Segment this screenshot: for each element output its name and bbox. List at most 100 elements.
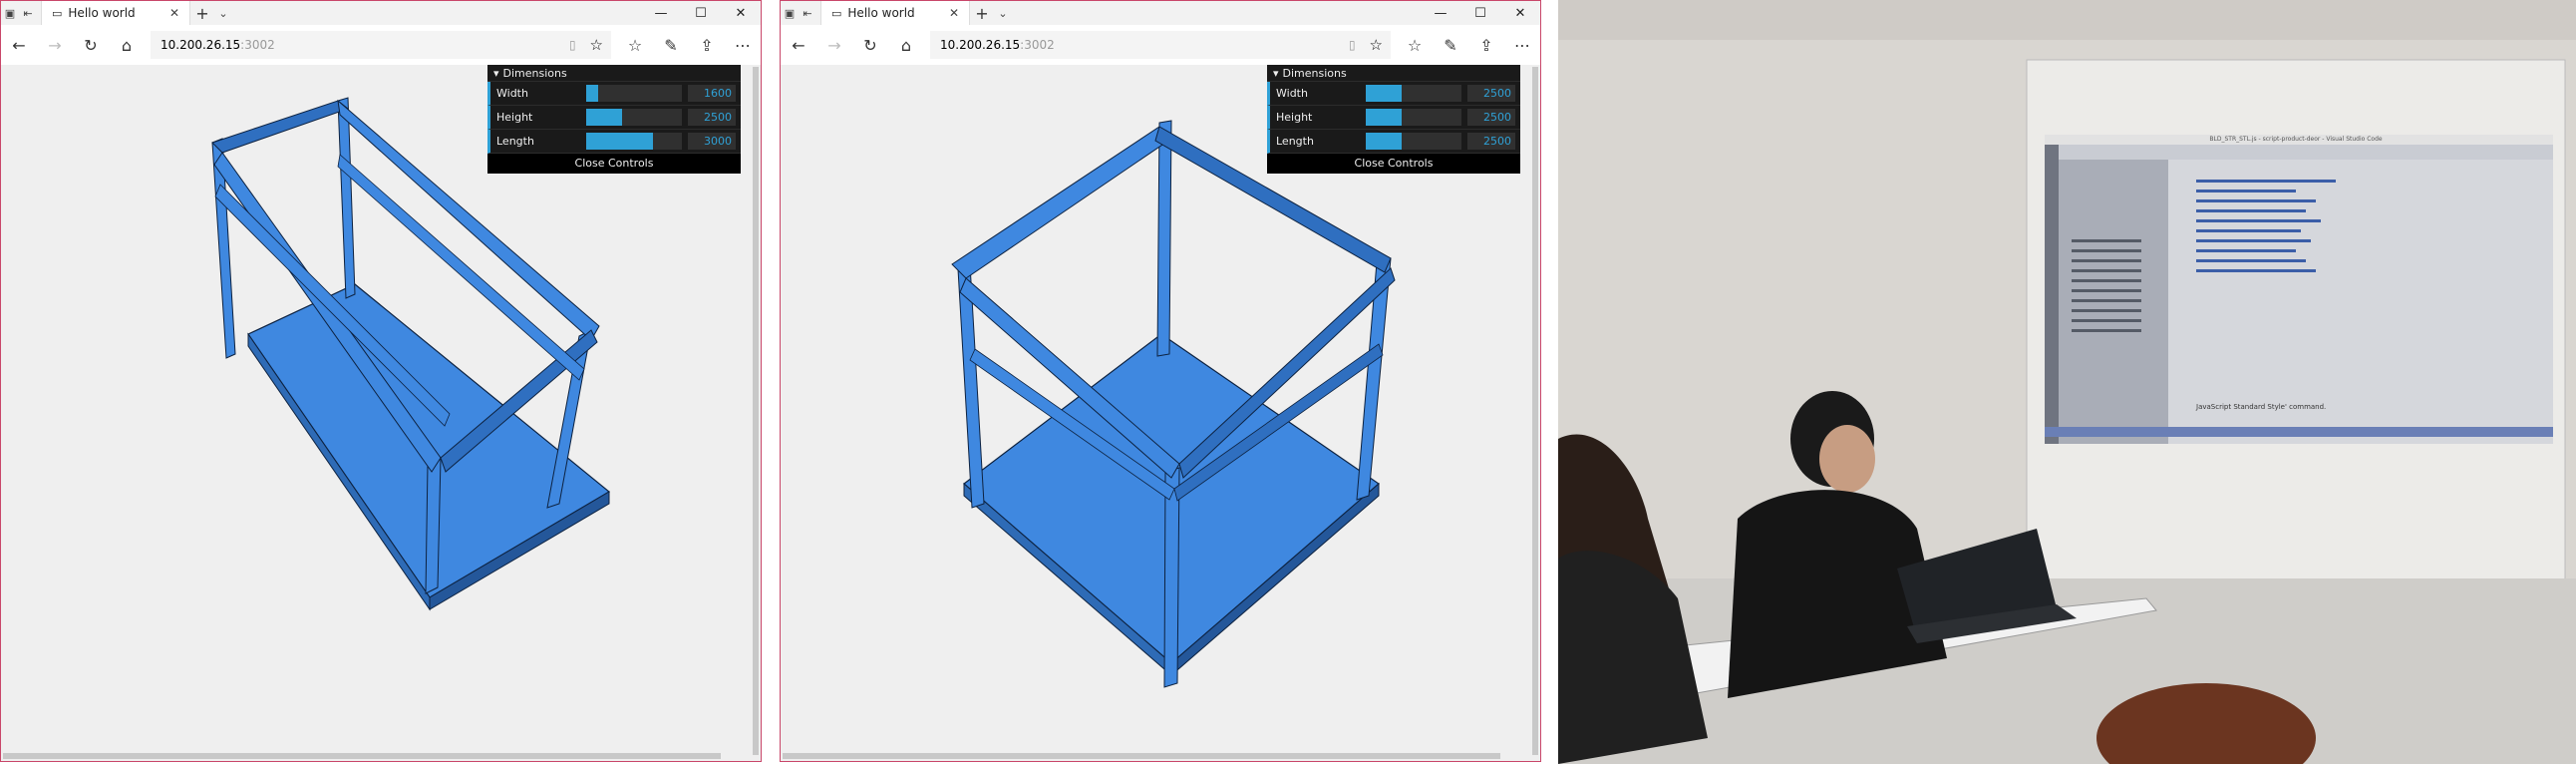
new-tab-button[interactable]: + (970, 4, 994, 23)
share-icon[interactable]: ⇪ (689, 27, 725, 63)
set-aside-tabs-icon[interactable]: ⇤ (799, 4, 816, 22)
controls-panel: ▾ Dimensions Width 1600 Height 2500 Leng… (487, 65, 741, 174)
more-icon[interactable]: ⋯ (1504, 27, 1540, 63)
width-input[interactable]: 2500 (1467, 85, 1515, 102)
favorite-star-icon[interactable]: ☆ (1370, 36, 1383, 54)
address-bar-row: ← → ↻ ⌂ 10.200.26.15:3002 ▯ ☆ ☆ ✎ ⇪ ⋯ (781, 25, 1540, 66)
forward-button[interactable]: → (37, 27, 73, 63)
back-button[interactable]: ← (781, 27, 816, 63)
controls-panel: ▾ Dimensions Width 2500 Height 2500 Leng… (1267, 65, 1520, 174)
folder-triangle-icon: ▾ (493, 66, 499, 80)
web-note-icon[interactable]: ✎ (653, 27, 689, 63)
tab-title: Hello world (68, 6, 136, 20)
url-field[interactable]: 10.200.26.15:3002 ▯ ☆ (151, 31, 611, 59)
projected-title: BLD_STR_STL.js - script-product-deor - V… (2209, 136, 2383, 143)
home-button[interactable]: ⌂ (888, 27, 924, 63)
close-controls-button[interactable]: Close Controls (487, 154, 741, 174)
height-slider[interactable] (1366, 109, 1461, 126)
browser-window-2: ▣ ⇤ ▭ Hello world ✕ + ⌄ — ☐ ✕ ← → ↻ ⌂ 10… (780, 0, 1541, 762)
folder-dimensions[interactable]: ▾ Dimensions (487, 65, 741, 82)
presentation-photo: BLD_STR_STL.js - script-product-deor - V… (1558, 0, 2576, 764)
webgl-canvas[interactable]: ▾ Dimensions Width 2500 Height 2500 Leng… (781, 65, 1540, 761)
new-tab-button[interactable]: + (190, 4, 214, 23)
favorites-hub-icon[interactable]: ☆ (1397, 27, 1433, 63)
control-label: Height (1276, 111, 1313, 124)
slider-fill (586, 85, 599, 102)
minimize-button[interactable]: — (1421, 1, 1460, 25)
control-row-length: Length 2500 (1267, 130, 1520, 154)
length-input[interactable]: 2500 (1467, 133, 1515, 150)
title-bar: ▣ ⇤ ▭ Hello world ✕ + ⌄ — ☐ ✕ (781, 1, 1540, 25)
chevron-down-icon[interactable]: ⌄ (994, 4, 1012, 22)
tab-actions-icon[interactable]: ▣ (1, 4, 19, 22)
vertical-scrollbar[interactable] (1532, 67, 1538, 755)
control-label: Height (496, 111, 533, 124)
projected-status: JavaScript Standard Style' command. (2196, 403, 2327, 411)
tab-hello-world[interactable]: ▭ Hello world ✕ (820, 1, 970, 25)
set-aside-tabs-icon[interactable]: ⇤ (19, 4, 37, 22)
home-button[interactable]: ⌂ (109, 27, 145, 63)
height-input[interactable]: 2500 (1467, 109, 1515, 126)
address-bar-row: ← → ↻ ⌂ 10.200.26.15:3002 ▯ ☆ ☆ ✎ ⇪ ⋯ (1, 25, 761, 66)
slider-fill (1366, 109, 1403, 126)
horizontal-scrollbar[interactable] (783, 753, 1500, 759)
close-window-button[interactable]: ✕ (1500, 1, 1540, 25)
control-row-width: Width 2500 (1267, 82, 1520, 106)
height-slider[interactable] (586, 109, 682, 126)
horizontal-scrollbar[interactable] (3, 753, 721, 759)
folder-triangle-icon: ▾ (1273, 66, 1279, 80)
minimize-button[interactable]: — (641, 1, 681, 25)
length-slider[interactable] (586, 133, 682, 150)
control-label: Width (1276, 87, 1308, 100)
height-input[interactable]: 2500 (688, 109, 736, 126)
folder-label: Dimensions (1282, 66, 1347, 80)
close-tab-icon[interactable]: ✕ (169, 6, 179, 20)
slider-fill (1366, 133, 1403, 150)
control-row-height: Height 2500 (487, 106, 741, 130)
refresh-button[interactable]: ↻ (73, 27, 109, 63)
width-slider[interactable] (1366, 85, 1461, 102)
slider-fill (586, 109, 623, 126)
chevron-down-icon[interactable]: ⌄ (214, 4, 232, 22)
folder-dimensions[interactable]: ▾ Dimensions (1267, 65, 1520, 82)
control-label: Length (496, 135, 534, 148)
control-row-height: Height 2500 (1267, 106, 1520, 130)
browser-window-1: ▣ ⇤ ▭ Hello world ✕ + ⌄ — ☐ ✕ ← → ↻ ⌂ 10… (0, 0, 762, 762)
web-note-icon[interactable]: ✎ (1433, 27, 1468, 63)
url-host: 10.200.26.15 (940, 38, 1021, 52)
control-label: Length (1276, 135, 1314, 148)
favorites-hub-icon[interactable]: ☆ (617, 27, 653, 63)
refresh-button[interactable]: ↻ (852, 27, 888, 63)
control-row-width: Width 1600 (487, 82, 741, 106)
vertical-scrollbar[interactable] (753, 67, 759, 755)
url-field[interactable]: 10.200.26.15:3002 ▯ ☆ (930, 31, 1391, 59)
close-window-button[interactable]: ✕ (721, 1, 761, 25)
favorite-star-icon[interactable]: ☆ (590, 36, 603, 54)
slider-fill (586, 133, 654, 150)
close-controls-button[interactable]: Close Controls (1267, 154, 1520, 174)
close-tab-icon[interactable]: ✕ (949, 6, 959, 20)
folder-label: Dimensions (502, 66, 567, 80)
photo-illustration (1558, 0, 2576, 764)
reading-view-icon[interactable]: ▯ (1349, 38, 1356, 52)
tab-actions-icon[interactable]: ▣ (781, 4, 799, 22)
url-host: 10.200.26.15 (161, 38, 241, 52)
width-input[interactable]: 1600 (688, 85, 736, 102)
page-icon: ▭ (52, 6, 63, 20)
more-icon[interactable]: ⋯ (725, 27, 761, 63)
title-bar: ▣ ⇤ ▭ Hello world ✕ + ⌄ — ☐ ✕ (1, 1, 761, 25)
maximize-button[interactable]: ☐ (681, 1, 721, 25)
length-slider[interactable] (1366, 133, 1461, 150)
reading-view-icon[interactable]: ▯ (569, 38, 576, 52)
forward-button[interactable]: → (816, 27, 852, 63)
webgl-canvas[interactable]: ▾ Dimensions Width 1600 Height 2500 Leng… (1, 65, 761, 761)
length-input[interactable]: 3000 (688, 133, 736, 150)
maximize-button[interactable]: ☐ (1460, 1, 1500, 25)
width-slider[interactable] (586, 85, 682, 102)
control-row-length: Length 3000 (487, 130, 741, 154)
slider-fill (1366, 85, 1403, 102)
share-icon[interactable]: ⇪ (1468, 27, 1504, 63)
tab-hello-world[interactable]: ▭ Hello world ✕ (41, 1, 190, 25)
page-icon: ▭ (831, 6, 842, 20)
back-button[interactable]: ← (1, 27, 37, 63)
